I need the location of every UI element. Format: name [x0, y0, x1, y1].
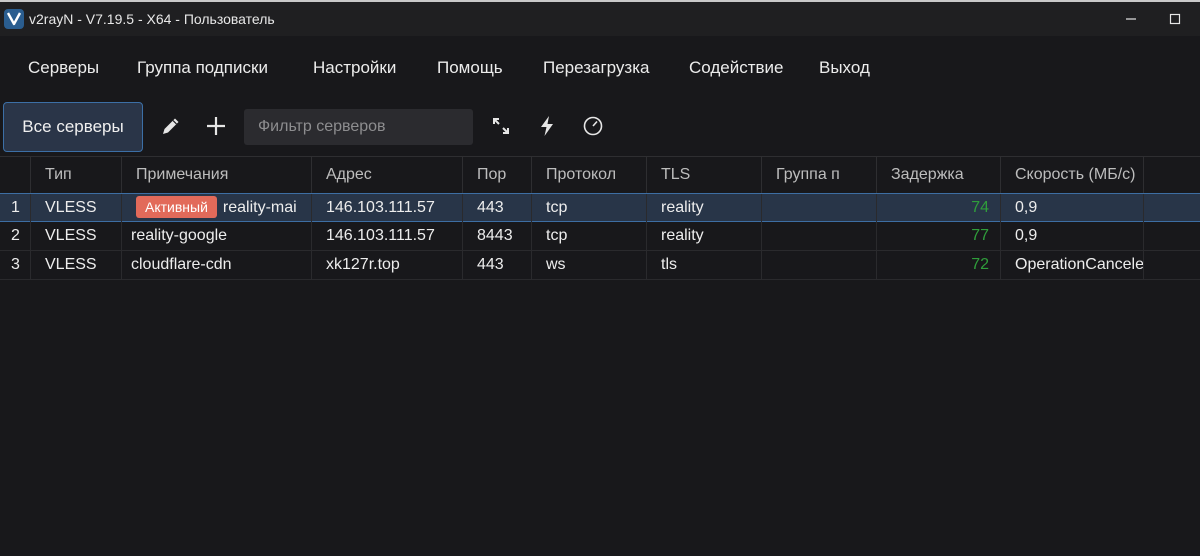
- cell-group: [762, 222, 877, 250]
- table-header: Тип Примечания Адрес Пор Протокол TLS Гр…: [0, 156, 1200, 193]
- expand-icon[interactable]: [489, 114, 513, 138]
- remark-text: reality-mai: [222, 199, 297, 216]
- menu-settings[interactable]: Настройки: [313, 58, 396, 78]
- row-number: 2: [0, 222, 31, 250]
- table-row[interactable]: 1 VLESS Активный reality-mai 146.103.111.…: [0, 193, 1200, 222]
- cell-port: 8443: [463, 222, 532, 250]
- menu-subscription-group[interactable]: Группа подписки: [137, 58, 268, 78]
- cell-type: VLESS: [31, 222, 122, 250]
- cell-address: 146.103.111.57: [312, 222, 463, 250]
- cell-port: 443: [463, 251, 532, 279]
- cell-type: VLESS: [31, 251, 122, 279]
- toolbar: Все серверы: [0, 98, 1200, 156]
- cell-protocol: tcp: [532, 222, 647, 250]
- cell-protocol: tcp: [532, 194, 647, 222]
- menu-help[interactable]: Помощь: [437, 58, 503, 78]
- header-latency[interactable]: Задержка: [877, 157, 1001, 193]
- header-tls[interactable]: TLS: [647, 157, 762, 193]
- cell-group: [762, 251, 877, 279]
- speedometer-icon[interactable]: [581, 114, 605, 138]
- cell-tls: reality: [647, 222, 762, 250]
- header-type[interactable]: Тип: [31, 157, 122, 193]
- app-logo-icon: [4, 9, 24, 29]
- header-remarks[interactable]: Примечания: [122, 157, 312, 193]
- minimize-button[interactable]: [1108, 4, 1154, 34]
- cell-latency: 74: [877, 194, 1001, 222]
- header-group[interactable]: Группа п: [762, 157, 877, 193]
- cell-remarks: reality-google: [122, 222, 312, 250]
- table-row[interactable]: 3 VLESS cloudflare-cdn xk127r.top 443 ws…: [0, 251, 1200, 280]
- header-protocol[interactable]: Протокол: [532, 157, 647, 193]
- menu-bar: Серверы Группа подписки Настройки Помощь…: [0, 36, 1200, 98]
- cell-latency: 72: [877, 251, 1001, 279]
- cell-group: [762, 194, 877, 222]
- cell-remarks: Активный reality-mai: [122, 194, 312, 222]
- cell-speed: 0,9: [1001, 194, 1144, 222]
- cell-remarks: cloudflare-cdn: [122, 251, 312, 279]
- menu-reload[interactable]: Перезагрузка: [543, 58, 649, 78]
- header-speed[interactable]: Скорость (МБ/с): [1001, 157, 1144, 193]
- all-servers-button[interactable]: Все серверы: [3, 102, 143, 152]
- cell-address: xk127r.top: [312, 251, 463, 279]
- cell-tls: reality: [647, 194, 762, 222]
- header-index: [0, 157, 31, 193]
- server-filter-input[interactable]: [244, 109, 473, 145]
- maximize-button[interactable]: [1152, 4, 1198, 34]
- edit-icon[interactable]: [159, 114, 183, 138]
- cell-protocol: ws: [532, 251, 647, 279]
- cell-speed: 0,9: [1001, 222, 1144, 250]
- add-icon[interactable]: [204, 114, 228, 138]
- active-badge: Активный: [136, 195, 217, 218]
- cell-latency: 77: [877, 222, 1001, 250]
- header-port[interactable]: Пор: [463, 157, 532, 193]
- cell-address: 146.103.111.57: [312, 194, 463, 222]
- table-row[interactable]: 2 VLESS reality-google 146.103.111.57 84…: [0, 222, 1200, 251]
- title-bar: v2rayN - V7.19.5 - X64 - Пользователь: [0, 0, 1200, 36]
- cell-tls: tls: [647, 251, 762, 279]
- menu-donate[interactable]: Содействие: [689, 58, 784, 78]
- menu-exit[interactable]: Выход: [819, 58, 870, 78]
- cell-type: VLESS: [31, 194, 122, 222]
- window-title: v2rayN - V7.19.5 - X64 - Пользователь: [29, 11, 275, 27]
- cell-speed: OperationCanceled: [1001, 251, 1144, 279]
- row-number: 1: [0, 194, 31, 222]
- row-number: 3: [0, 251, 31, 279]
- header-address[interactable]: Адрес: [312, 157, 463, 193]
- menu-servers[interactable]: Серверы: [28, 58, 99, 78]
- cell-port: 443: [463, 194, 532, 222]
- flash-icon[interactable]: [535, 114, 559, 138]
